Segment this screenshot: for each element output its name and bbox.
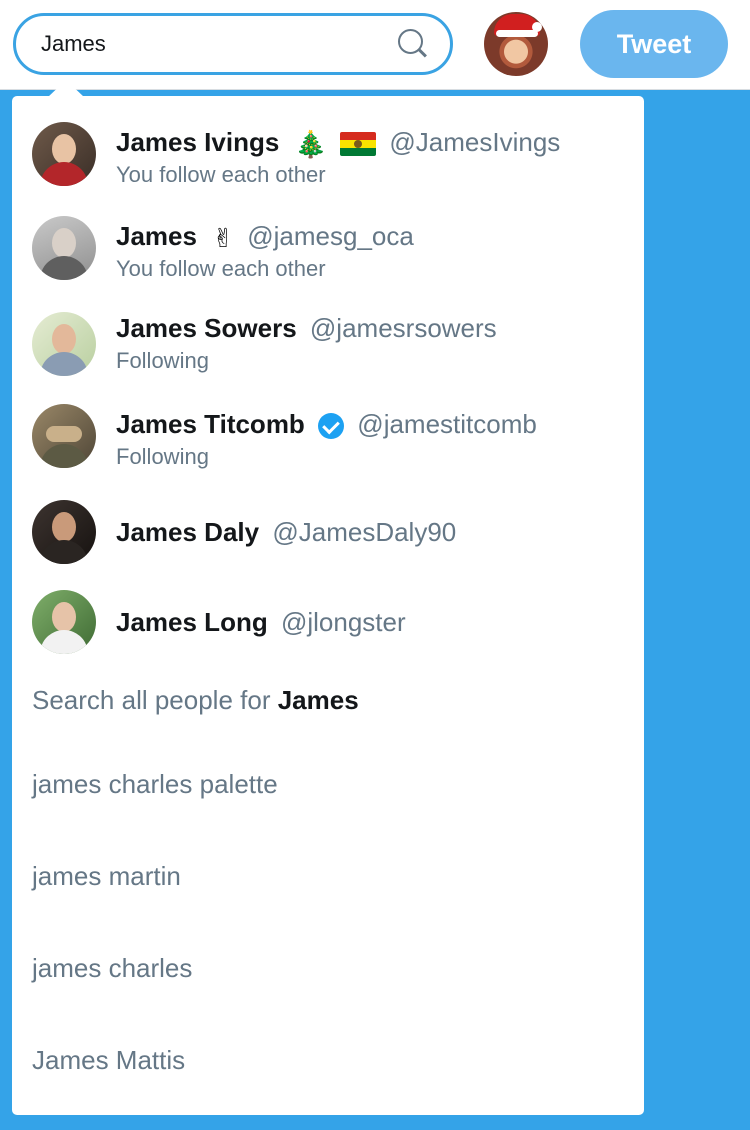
search-suggestion[interactable]: James Mattis (32, 1045, 185, 1076)
user-name-line: James Long @jlongster (116, 605, 406, 639)
christmas-tree-icon: 🎄 (294, 129, 327, 160)
user-avatar (32, 500, 96, 564)
avatar-face (52, 228, 76, 258)
dropdown-caret (48, 80, 84, 97)
search-box[interactable] (13, 13, 453, 75)
user-name-line: James ✌ @jamesg_oca (116, 219, 414, 253)
victory-hand-icon: ✌ (212, 223, 234, 254)
user-name-line: James Daly @JamesDaly90 (116, 515, 456, 549)
user-name-line: James Sowers @jamesrsowers (116, 311, 497, 345)
search-icon[interactable] (398, 29, 430, 61)
user-handle: @jamesrsowers (309, 313, 497, 343)
user-suggestion-row[interactable]: James ✌ @jamesg_oca You follow each othe… (12, 204, 644, 296)
avatar-shoulders (40, 162, 88, 186)
avatar-face (52, 512, 76, 542)
avatar-face (46, 426, 82, 442)
avatar-shoulders (40, 444, 88, 468)
user-name: James Titcomb (116, 409, 305, 439)
user-name-line: James Ivings 🎄 @JamesIvings (116, 125, 560, 159)
user-avatar (32, 590, 96, 654)
user-relation: You follow each other (116, 162, 326, 187)
user-handle: @JamesDaly90 (272, 517, 457, 547)
user-handle: @jlongster (280, 607, 406, 637)
user-avatar (32, 404, 96, 468)
avatar-shoulders (40, 540, 88, 564)
user-name: James Long (116, 607, 268, 637)
profile-avatar[interactable] (484, 12, 548, 76)
user-suggestion-row[interactable]: James Ivings 🎄 @JamesIvings You follow e… (12, 110, 644, 202)
user-handle: @JamesIvings (389, 127, 561, 157)
user-avatar (32, 312, 96, 376)
verified-icon (318, 413, 345, 440)
user-name: James (116, 221, 197, 251)
avatar-face (52, 602, 76, 632)
search-input[interactable] (41, 24, 381, 64)
bolivia-flag-icon (340, 132, 377, 157)
search-suggestion[interactable]: james charles palette (32, 769, 278, 800)
user-suggestion-row[interactable]: James Sowers @jamesrsowers Following (12, 296, 644, 388)
search-all-query: James (277, 685, 359, 715)
santa-hat-band (496, 30, 538, 37)
user-suggestion-row[interactable]: James Daly @JamesDaly90 (12, 488, 644, 580)
top-bar: Tweet (0, 0, 750, 90)
user-relation: Following (116, 348, 209, 373)
user-relation: Following (116, 444, 209, 469)
search-suggestion[interactable]: james charles (32, 953, 192, 984)
user-avatar (32, 216, 96, 280)
avatar-face (52, 324, 76, 354)
user-name-line: James Titcomb @jamestitcomb (116, 407, 537, 441)
santa-hat-pom (532, 22, 542, 32)
search-all-people-link[interactable]: Search all people for James (32, 685, 359, 716)
user-suggestion-row[interactable]: James Titcomb @jamestitcomb Following (12, 392, 644, 484)
user-avatar (32, 122, 96, 186)
search-suggestion[interactable]: james martin (32, 861, 181, 892)
user-handle: @jamestitcomb (357, 409, 537, 439)
user-name: James Daly (116, 517, 260, 547)
user-suggestion-row[interactable]: James Long @jlongster (12, 578, 644, 670)
search-all-prefix: Search all people for (32, 685, 271, 715)
tweet-button[interactable]: Tweet (580, 10, 728, 78)
user-handle: @jamesg_oca (247, 221, 414, 251)
avatar-shoulders (40, 630, 88, 654)
user-relation: You follow each other (116, 256, 326, 281)
avatar-shoulders (40, 256, 88, 280)
avatar-shoulders (40, 352, 88, 376)
search-dropdown: James Ivings 🎄 @JamesIvings You follow e… (12, 96, 644, 1115)
avatar-face (52, 134, 76, 164)
user-name: James Ivings (116, 127, 280, 157)
user-name: James Sowers (116, 313, 297, 343)
